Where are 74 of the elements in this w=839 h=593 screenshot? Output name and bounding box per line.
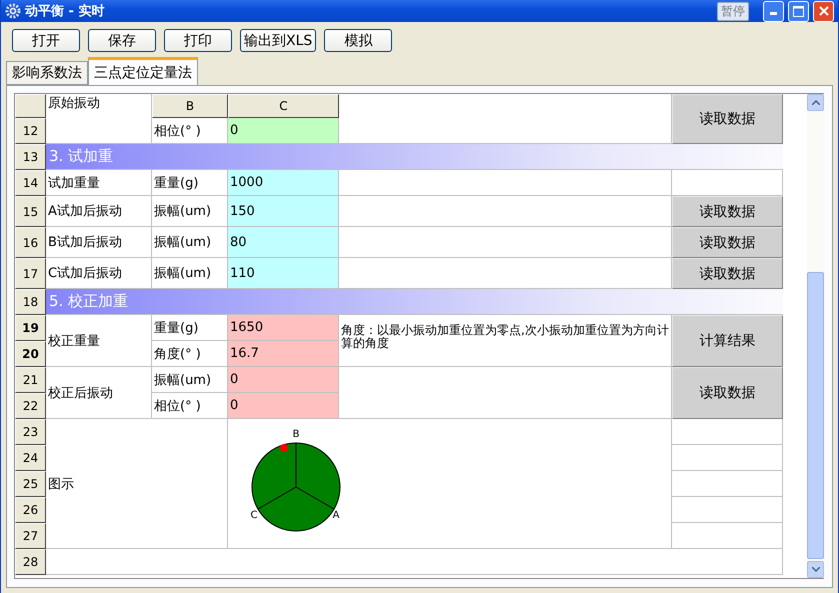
point-label: C xyxy=(250,510,258,521)
table-cell: 0 xyxy=(228,393,339,419)
row-header[interactable]: 24 xyxy=(15,445,46,471)
point-label: B xyxy=(292,429,300,440)
row-header[interactable]: 21 xyxy=(15,367,46,393)
table-cell: 图示 xyxy=(46,419,228,549)
toolbar-button[interactable]: 打开 xyxy=(12,29,80,52)
table-cell: 原始振动 xyxy=(46,94,152,144)
pause-button[interactable]: 暂停 xyxy=(717,2,749,20)
tab[interactable]: 三点定位定量法 xyxy=(88,57,198,85)
row-header[interactable]: 14 xyxy=(15,170,46,196)
table-cell: 80 xyxy=(228,227,339,258)
table-cell: 重量(g) xyxy=(152,315,228,341)
column-header: B xyxy=(152,94,228,118)
table-cell: 相位(° ) xyxy=(152,393,228,419)
section-header: 5. 校正加重 xyxy=(46,289,783,315)
table-cell: 重量(g) xyxy=(152,170,228,196)
table-cell: 角度(° ) xyxy=(152,341,228,367)
maximize-icon xyxy=(793,6,804,16)
maximize-button[interactable] xyxy=(788,0,809,22)
table-cell: 校正重量 xyxy=(46,315,152,367)
caret-down-icon[interactable] xyxy=(812,567,820,572)
table-cell: 振幅(um) xyxy=(152,196,228,227)
table-cell: 试加重量 xyxy=(46,170,152,196)
row-header[interactable]: 27 xyxy=(15,523,46,549)
scrollbar[interactable] xyxy=(807,94,824,578)
row-header[interactable]: 19 xyxy=(15,315,46,341)
row-header[interactable]: 22 xyxy=(15,393,46,419)
row-header[interactable]: 16 xyxy=(15,227,46,258)
point-label: A xyxy=(332,510,340,521)
toolbar-button[interactable]: 保存 xyxy=(88,29,156,52)
toolbar-button[interactable]: 模拟 xyxy=(324,29,392,52)
row-header[interactable]: 13 xyxy=(15,144,46,170)
read-data-button[interactable]: 读取数据 xyxy=(672,367,783,419)
read-data-button[interactable]: 读取数据 xyxy=(672,227,783,258)
row-header[interactable]: 20 xyxy=(15,341,46,367)
close-button[interactable] xyxy=(813,0,834,22)
row-header[interactable]: 26 xyxy=(15,497,46,523)
table-cell: A试加后振动 xyxy=(46,196,152,227)
calculate-button[interactable]: 计算结果 xyxy=(672,315,783,367)
row-header[interactable]: 23 xyxy=(15,419,46,445)
gear-icon xyxy=(5,3,21,19)
window-title: 动平衡 - 实时 xyxy=(25,2,106,20)
read-data-button[interactable]: 读取数据 xyxy=(672,258,783,289)
table-cell: C试加后振动 xyxy=(46,258,152,289)
toolbar-button[interactable]: 打印 xyxy=(164,29,232,52)
table-cell: 相位(° ) xyxy=(152,118,228,144)
minimize-button[interactable] xyxy=(763,0,784,22)
row-header[interactable]: 18 xyxy=(15,289,46,315)
table-cell: 振幅(um) xyxy=(152,227,228,258)
read-data-button[interactable]: 读取数据 xyxy=(672,196,783,227)
table-cell: 150 xyxy=(228,196,339,227)
table-cell: 1000 xyxy=(228,170,339,196)
row-header[interactable]: 28 xyxy=(15,549,46,575)
table-cell: 振幅(um) xyxy=(152,367,228,393)
table-cell: 16.7 xyxy=(228,341,339,367)
table-cell: 振幅(um) xyxy=(152,258,228,289)
row-header[interactable]: 15 xyxy=(15,196,46,227)
table-cell: 0 xyxy=(228,367,339,393)
row-header[interactable]: 12 xyxy=(15,118,46,144)
caret-up-icon[interactable] xyxy=(812,100,820,105)
row-header[interactable]: 25 xyxy=(15,471,46,497)
table-cell: 110 xyxy=(228,258,339,289)
table-cell: 0 xyxy=(228,118,339,144)
section-header: 3. 试加重 xyxy=(46,144,783,170)
tab[interactable]: 影响系数法 xyxy=(6,61,88,85)
toolbar-button[interactable]: 输出到XLS xyxy=(240,29,316,52)
table-cell: B试加后振动 xyxy=(46,227,152,258)
column-header: C xyxy=(228,94,339,118)
read-data-button[interactable]: 读取数据 xyxy=(672,94,783,144)
row-header[interactable]: 17 xyxy=(15,258,46,289)
close-icon xyxy=(818,6,828,16)
table-cell: 1650 xyxy=(228,315,339,341)
table-cell: 校正后振动 xyxy=(46,367,152,419)
